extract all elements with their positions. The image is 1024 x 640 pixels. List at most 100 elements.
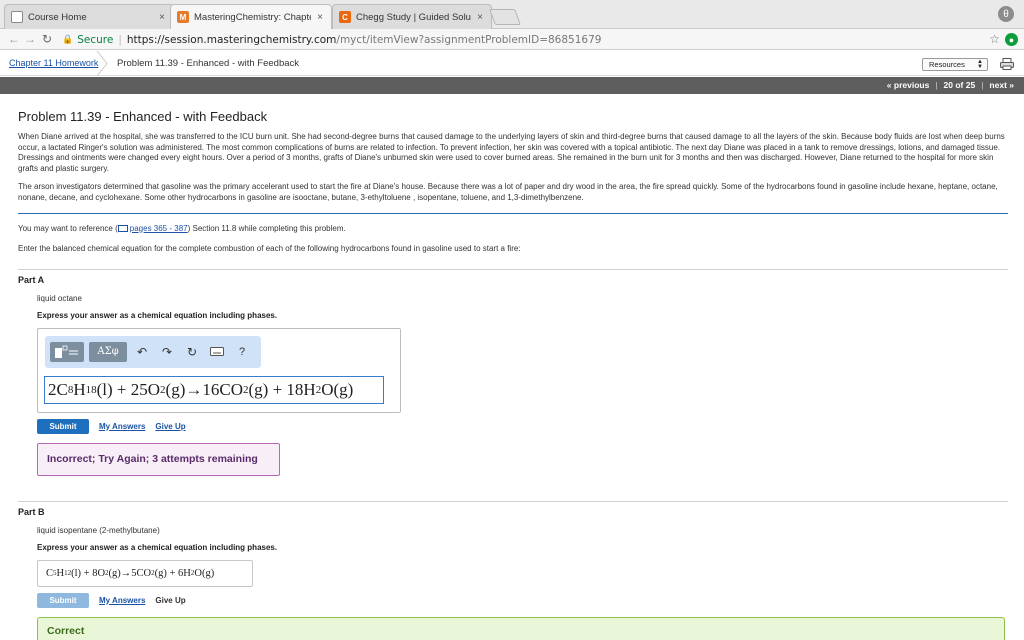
reload-icon[interactable]: ↻ [42,32,52,46]
reference-line: You may want to reference ( pages 365 - 3… [18,224,1008,233]
problem-content: Problem 11.39 - Enhanced - with Feedback… [18,100,1008,640]
page-title: Problem 11.39 - Enhanced - with Feedback [18,109,268,124]
equation-input[interactable]: 2C 8 H 18 (l) + 25O 2 (g)→16CO 2 (g) + 18H 2 O(g) [44,375,384,404]
breadcrumb-current: Problem 11.39 - Enhanced - with Feedback [117,58,300,69]
address-bar: ← → ↻ 🔒 Secure | https://session.masteri… [0,29,1024,50]
eq-text: (l) + 25O [96,379,161,399]
part-b-instruction: Express your answer as a chemical equati… [37,542,278,552]
eq-text: (g)→5CO [108,567,152,579]
textbook-pages-label: pages 365 - 387 [129,223,188,233]
resources-select[interactable]: Resources ▲ ▼ [922,58,988,71]
help-icon[interactable]: ? [232,342,252,362]
tab-label: MasteringChemistry: Chapter [194,11,312,23]
breadcrumb-chevron-icon [96,51,108,76]
part-b-heading: Part B [18,506,45,517]
page-position: 20 of 25 [943,80,976,90]
submit-button[interactable]: Submit [37,418,89,434]
tab-chegg[interactable]: C Chegg Study | Guided Solution × [332,4,492,29]
divider [18,212,1008,214]
divider [18,500,1008,502]
reset-icon[interactable]: ↻ [182,342,202,362]
part-a-actions: Submit My Answers Give Up [37,418,1008,434]
tab-label: Chegg Study | Guided Solution [356,11,471,23]
page-icon [11,11,23,23]
previous-link[interactable]: « previous [887,80,930,90]
pager-bar: « previous | 20 of 25 | next » [0,77,1024,94]
eq-text: H [56,567,65,579]
submitted-answer: C 5 H 12 (l) + 8O 2 (g)→5CO 2 (g) + 6H 2 O(g) [37,559,253,587]
eq-text: (g) + 18H [248,379,316,399]
problem-prompt: Enter the balanced chemical equation for… [18,243,521,253]
equation-editor: ΑΣφ ↶ ↷ ↻ ? 2C 8 H 18 (l) + 25O 2 (g)→16CO 2 (g)… [37,327,401,413]
new-tab-button[interactable] [489,9,521,25]
browser-tab-bar: Course Home × M MasteringChemistry: Chap… [0,0,1024,29]
template-button[interactable] [50,341,84,362]
equation-toolbar: ΑΣφ ↶ ↷ ↻ ? [45,335,261,368]
divider: | [981,80,984,90]
greek-symbols-button[interactable]: ΑΣφ [89,341,127,362]
profile-icon[interactable]: θ [998,6,1014,22]
submit-button: Submit [37,592,89,608]
url-path: /myct/itemView?assignmentProblemID=86851… [336,33,602,46]
give-up-link[interactable]: Give Up [155,422,185,431]
print-icon[interactable] [1000,58,1014,70]
part-a-instruction: Express your answer as a chemical equati… [37,310,278,320]
eq-text: (g) + 6H [154,567,191,579]
reference-prefix: You may want to reference ( [18,223,118,233]
eq-text: O(g) [321,379,354,399]
part-b-actions: Submit My Answers Give Up [37,592,1008,608]
breadcrumb-link[interactable]: Chapter 11 Homework [9,58,98,68]
incorrect-feedback: Incorrect; Try Again; 3 attempts remaini… [37,442,280,476]
part-a-body: liquid octane Express your answer as a c… [18,294,1008,476]
close-icon[interactable]: × [477,12,483,23]
template-icon [55,345,78,358]
divider: | [118,33,122,46]
my-answers-link[interactable]: My Answers [99,422,145,431]
part-b-section: Part B liquid isopentane (2-methylbutane… [18,507,1008,640]
chegg-icon: C [339,11,351,23]
eq-text: (l) + 8O [71,567,106,579]
select-arrows-icon: ▲ ▼ [977,59,983,70]
textbook-pages-link[interactable]: pages 365 - 387 [117,223,188,233]
part-a-heading: Part A [18,274,45,285]
tab-label: Course Home [28,11,87,23]
problem-context-paragraph: The arson investigators determined that … [18,182,998,202]
book-icon [117,224,128,232]
part-a-substance: liquid octane [37,293,82,303]
eq-text: H [73,379,86,399]
undo-icon[interactable]: ↶ [132,342,152,362]
part-b-body: liquid isopentane (2-methylbutane) Expre… [18,526,1008,640]
back-arrow-icon[interactable]: ← [8,32,20,46]
give-up-label: Give Up [155,595,186,605]
reference-suffix: ) Section 11.8 while completing this pro… [187,223,346,233]
url-host: https://session.masteringchemistry.com [126,33,337,46]
eq-text: O(g) [194,567,215,579]
bookmark-star-icon[interactable]: ☆ [989,32,1000,46]
keyboard-icon[interactable] [207,342,227,362]
divider: | [935,80,938,90]
secure-label: Secure [77,33,114,46]
correct-feedback: Correct [37,616,1005,640]
assignment-header: Chapter 11 Homework Problem 11.39 - Enha… [0,51,1024,76]
eq-text: (g)→16CO [165,379,243,399]
close-icon[interactable]: × [317,12,323,23]
eq-text: C [46,567,54,579]
divider [18,268,1008,270]
problem-intro-paragraph: When Diane arrived at the hospital, she … [18,132,1005,173]
my-answers-link[interactable]: My Answers [99,596,145,605]
resources-label: Resources [929,60,965,69]
close-icon[interactable]: × [159,12,165,23]
lock-icon: 🔒 [62,34,74,45]
eq-text: 2C [48,379,68,399]
part-b-substance: liquid isopentane (2-methylbutane) [37,525,160,535]
forward-arrow-icon[interactable]: → [24,32,36,46]
extension-icon[interactable]: ● [1005,33,1018,46]
tab-masteringchemistry[interactable]: M MasteringChemistry: Chapter × [170,4,332,29]
pager: « previous | 20 of 25 | next » [887,80,1014,90]
mastering-icon: M [177,11,189,23]
part-a-section: Part A liquid octane Express your answer… [18,275,1008,476]
next-link[interactable]: next » [989,80,1014,90]
redo-icon[interactable]: ↷ [157,342,177,362]
url-input[interactable]: 🔒 Secure | https://session.masteringchem… [62,31,1002,48]
tab-course-home[interactable]: Course Home × [4,4,174,29]
